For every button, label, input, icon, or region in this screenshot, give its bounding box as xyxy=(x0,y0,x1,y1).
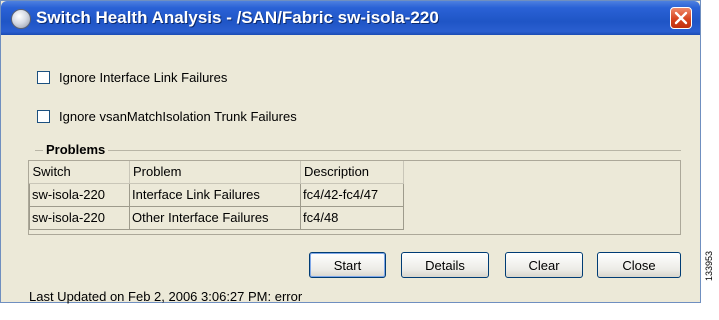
column-header-description[interactable]: Description xyxy=(300,161,404,184)
cell-switch[interactable]: sw-isola-220 xyxy=(29,205,130,230)
status-text: Last Updated on Feb 2, 2006 3:06:27 PM: … xyxy=(29,289,303,304)
problems-group-legend: Problems xyxy=(43,142,109,157)
ignore-link-failures-option[interactable]: Ignore Interface Link Failures xyxy=(37,69,227,85)
table-row[interactable]: sw-isola-220 Interface Link Failures fc4… xyxy=(29,182,404,207)
column-header-problem[interactable]: Problem xyxy=(129,161,301,184)
close-button[interactable]: Close xyxy=(597,252,681,278)
start-button[interactable]: Start xyxy=(309,252,386,278)
figure-number: 133953 xyxy=(704,250,714,281)
cell-description[interactable]: fc4/48 xyxy=(300,205,404,230)
table-header-row: Switch Problem Description xyxy=(29,161,404,184)
ignore-link-failures-checkbox[interactable] xyxy=(37,70,50,84)
ignore-link-failures-label: Ignore Interface Link Failures xyxy=(59,69,228,85)
ignore-trunk-failures-option[interactable]: Ignore vsanMatchIsolation Trunk Failures xyxy=(37,108,297,124)
cell-problem[interactable]: Other Interface Failures xyxy=(129,205,301,230)
globe-icon xyxy=(11,9,31,29)
window-close-button[interactable] xyxy=(670,7,692,29)
cell-description[interactable]: fc4/42-fc4/47 xyxy=(300,182,404,207)
table-row[interactable]: sw-isola-220 Other Interface Failures fc… xyxy=(29,205,404,230)
ignore-trunk-failures-label: Ignore vsanMatchIsolation Trunk Failures xyxy=(59,108,297,124)
window-title: Switch Health Analysis - /SAN/Fabric sw-… xyxy=(36,8,439,27)
problems-table-viewport[interactable]: Switch Problem Description sw-isola-220 … xyxy=(28,160,681,235)
column-header-switch[interactable]: Switch xyxy=(29,161,130,184)
cell-switch[interactable]: sw-isola-220 xyxy=(29,182,130,207)
problems-table: Switch Problem Description sw-isola-220 … xyxy=(29,161,404,230)
problems-group-border xyxy=(35,150,681,151)
cell-problem[interactable]: Interface Link Failures xyxy=(129,182,301,207)
close-icon xyxy=(674,11,688,25)
details-button[interactable]: Details xyxy=(401,252,489,278)
title-bar[interactable]: Switch Health Analysis - /SAN/Fabric sw-… xyxy=(1,1,700,35)
clear-button[interactable]: Clear xyxy=(505,252,583,278)
switch-health-dialog: Switch Health Analysis - /SAN/Fabric sw-… xyxy=(0,0,701,304)
ignore-trunk-failures-checkbox[interactable] xyxy=(37,109,50,123)
